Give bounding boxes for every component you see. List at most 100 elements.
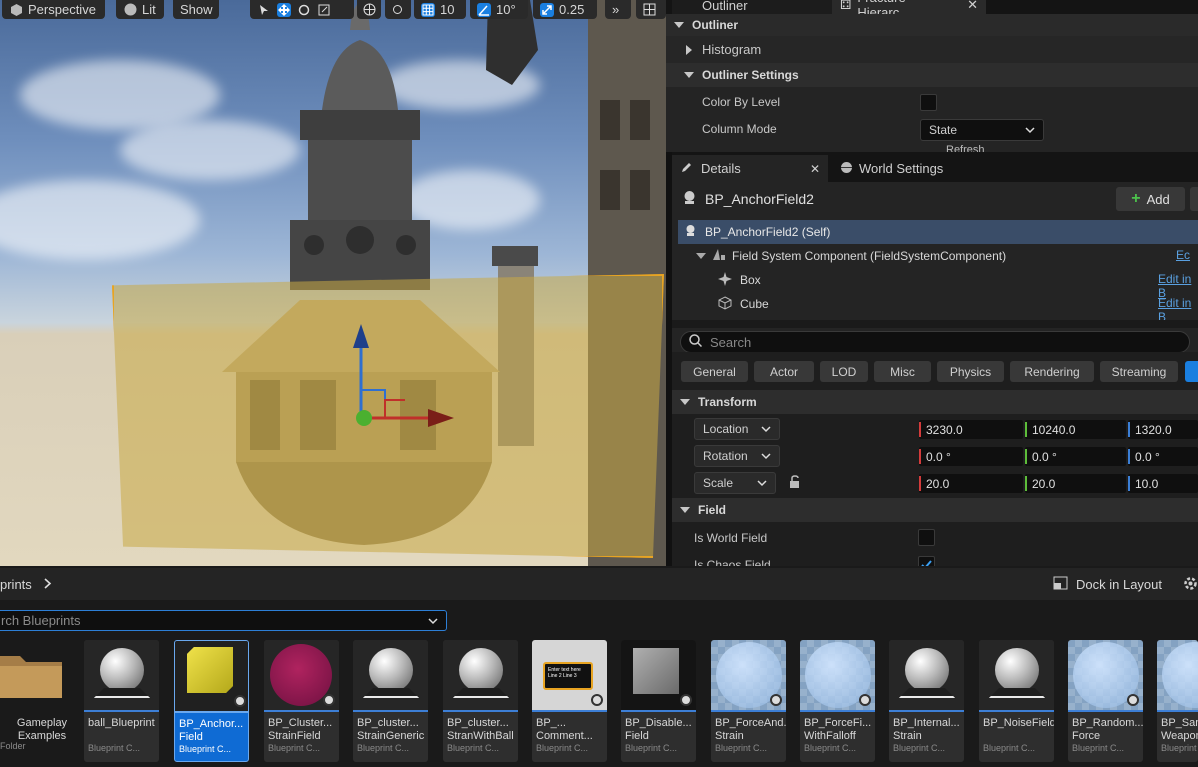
transform-header[interactable]: Transform — [672, 390, 1198, 414]
color-by-level-checkbox[interactable] — [920, 94, 937, 111]
world-local-button[interactable] — [357, 0, 381, 19]
column-mode-dropdown[interactable]: State — [920, 119, 1044, 141]
filter-misc[interactable]: Misc — [874, 361, 931, 382]
breadcrumb-item[interactable]: prints — [0, 577, 32, 592]
breadcrumb[interactable]: prints — [0, 577, 52, 592]
field-header[interactable]: Field — [672, 498, 1198, 522]
collapse-arrow-icon — [674, 22, 684, 28]
location-y-input[interactable]: 10240.0 — [1025, 420, 1126, 439]
asset-gameplay-examples-folder[interactable]: Gameplay Examples Folder — [0, 640, 75, 762]
component-tree-cube[interactable]: Cube — [678, 292, 1198, 316]
surface-snap-button[interactable] — [385, 0, 411, 19]
location-x-input[interactable]: 3230.0 — [919, 420, 1023, 439]
filter-label: General — [693, 364, 736, 379]
angle-icon — [477, 2, 491, 17]
perspective-label: Perspective — [28, 2, 96, 17]
location-z-input[interactable]: 1320.0 — [1128, 420, 1198, 439]
rotation-y-input[interactable]: 0.0 ° — [1025, 447, 1126, 466]
component-tree-field-system[interactable]: Field System Component (FieldSystemCompo… — [678, 244, 1198, 268]
asset-bp-comment[interactable]: Enter text here Line 2 Line 3 BP_... Com… — [532, 640, 607, 762]
filter-general[interactable]: General — [681, 361, 748, 382]
scale-snap-button[interactable]: 0.25 — [533, 0, 597, 19]
histogram-row[interactable]: Histogram — [666, 36, 1198, 63]
level-viewport[interactable]: Perspective Lit Show 10 10° 0.25 » — [0, 0, 666, 566]
transform-gizmo[interactable] — [340, 320, 460, 430]
asset-bp-random-force[interactable]: BP_Random... Force Blueprint C... — [1068, 640, 1143, 762]
asset-bp-noisefield[interactable]: BP_NoiseField Blueprint C... — [979, 640, 1054, 762]
outliner-header[interactable]: Outliner — [666, 14, 1198, 36]
scale-x-input[interactable]: 20.0 — [919, 474, 1023, 493]
filter-all[interactable] — [1185, 361, 1198, 382]
show-button[interactable]: Show — [173, 0, 219, 19]
filter-actor[interactable]: Actor — [754, 361, 814, 382]
filter-physics[interactable]: Physics — [937, 361, 1004, 382]
collapse-arrow-icon — [680, 399, 690, 405]
scale-mode-dropdown[interactable]: Scale — [694, 472, 776, 494]
component-tree-box[interactable]: Box — [678, 268, 1198, 292]
blueprint-thumbnail — [84, 640, 159, 712]
asset-ball-blueprint[interactable]: ball_Blueprint Blueprint C... — [84, 640, 159, 762]
location-mode-dropdown[interactable]: Location — [694, 418, 780, 440]
asset-bp-cluster-stranwithball[interactable]: BP_cluster... StranWithBall Blueprint C.… — [443, 640, 518, 762]
cube-icon — [718, 295, 732, 313]
asset-bp-forcefi-withfalloff[interactable]: BP_ForceFi... WithFalloff Blueprint C... — [800, 640, 875, 762]
lit-button[interactable]: Lit — [116, 0, 164, 19]
angle-snap-button[interactable]: 10° — [470, 0, 528, 19]
scale-z-input[interactable]: 10.0 — [1128, 474, 1198, 493]
dock-label: Dock in Layout — [1076, 577, 1162, 592]
asset-bp-forceand-strain[interactable]: BP_ForceAnd... Strain Blueprint C... — [711, 640, 786, 762]
search-icon — [689, 334, 703, 350]
asset-bp-cluster-straingeneric[interactable]: BP_cluster... StrainGeneric Blueprint C.… — [353, 640, 428, 762]
pencil-icon — [680, 161, 693, 177]
rotation-z-input[interactable]: 0.0 ° — [1128, 447, 1198, 466]
unlock-icon[interactable] — [788, 475, 802, 492]
is-world-field-label: Is World Field — [694, 530, 768, 545]
component-tree-self[interactable]: BP_AnchorField2 (Self) — [678, 220, 1198, 244]
viewport-layout-button[interactable] — [636, 0, 666, 19]
scale-y-input[interactable]: 20.0 — [1025, 474, 1126, 493]
rotation-mode-dropdown[interactable]: Rotation — [694, 445, 780, 467]
refresh-button[interactable]: Refresh — [946, 144, 985, 152]
details-search-input[interactable]: Search — [680, 331, 1190, 353]
blueprint-search-input[interactable]: rch Blueprints — [0, 610, 447, 631]
asset-bp-anchor-field[interactable]: BP_Anchor... Field Blueprint C... — [174, 640, 249, 762]
close-tab-icon[interactable]: ✕ — [810, 162, 820, 176]
filter-lod[interactable]: LOD — [820, 361, 868, 382]
refresh-label: Refresh — [946, 144, 985, 152]
blueprint-thumbnail — [711, 640, 786, 712]
asset-bp-internal-strain[interactable]: BP_Internal... Strain Blueprint C... — [889, 640, 964, 762]
asset-name: BP_Random... Force — [1072, 717, 1143, 742]
select-arrow-icon[interactable] — [257, 3, 271, 17]
filter-streaming[interactable]: Streaming — [1100, 361, 1178, 382]
scale-icon[interactable] — [317, 3, 331, 17]
settings-gear-icon[interactable] — [1183, 576, 1198, 594]
grid-snap-button[interactable]: 10 — [414, 0, 466, 19]
scale-x-value: 20.0 — [926, 476, 950, 491]
perspective-button[interactable]: Perspective — [2, 0, 105, 19]
blueprint-thumbnail — [979, 640, 1054, 712]
asset-type: Folder — [0, 741, 26, 751]
asset-bp-cluster-strainfield[interactable]: BP_Cluster... StrainField Blueprint C... — [264, 640, 339, 762]
close-tab-icon[interactable]: ✕ — [967, 0, 978, 13]
filter-rendering[interactable]: Rendering — [1010, 361, 1094, 382]
tab-details[interactable]: Details ✕ — [672, 155, 828, 182]
asset-bp-disable-field[interactable]: BP_Disable... Field Blueprint C... — [621, 640, 696, 762]
is-world-field-checkbox[interactable] — [918, 529, 935, 546]
rotation-x-input[interactable]: 0.0 ° — [919, 447, 1023, 466]
add-label: Add — [1146, 191, 1170, 207]
edit-field-system-link[interactable]: Ec — [1176, 248, 1190, 262]
tab-world-settings[interactable]: World Settings — [832, 155, 1002, 182]
rotate-icon[interactable] — [297, 3, 311, 17]
more-options-button[interactable]: » — [605, 0, 631, 19]
transform-header-label: Transform — [698, 395, 757, 409]
add-component-button[interactable]: + Add — [1116, 187, 1185, 211]
asset-bp-san-weapon[interactable]: BP_San... Weapon Blueprint C... — [1157, 640, 1198, 762]
is-world-field-row: Is World Field — [672, 524, 1198, 551]
translate-icon[interactable] — [277, 2, 291, 17]
is-chaos-field-checkbox[interactable] — [918, 556, 935, 566]
dock-in-layout-button[interactable]: Dock in Layout — [1053, 576, 1162, 593]
asset-type: Blueprint C... — [715, 743, 768, 753]
outliner-settings-header[interactable]: Outliner Settings — [666, 63, 1198, 87]
outliner-settings-label: Outliner Settings — [702, 68, 799, 82]
blueprint-button[interactable] — [1190, 187, 1198, 211]
